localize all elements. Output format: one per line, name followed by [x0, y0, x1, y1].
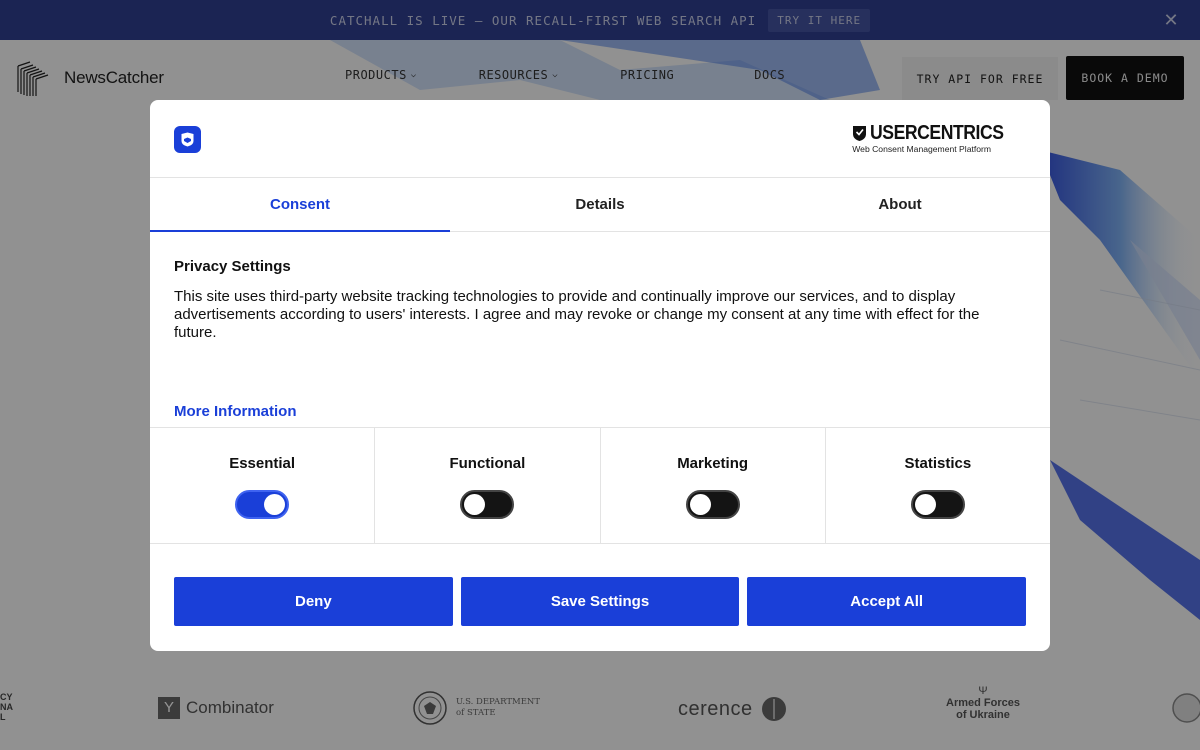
tab-details[interactable]: Details — [450, 178, 750, 231]
toggle-knob — [689, 494, 711, 515]
category-statistics: Statistics — [826, 428, 1050, 543]
usercentrics-wordmark: USERCENTRICS — [870, 122, 1004, 144]
toggle-knob — [264, 494, 286, 515]
usercentrics-shield-icon — [853, 126, 867, 141]
essential-toggle[interactable] — [235, 490, 290, 519]
category-functional: Functional — [375, 428, 601, 543]
usercentrics-logo: USERCENTRICS Web Consent Management Plat… — [852, 122, 1022, 154]
tab-consent[interactable]: Consent — [150, 178, 450, 232]
privacy-description: This site uses third-party website track… — [174, 288, 980, 341]
category-statistics-label: Statistics — [904, 455, 972, 472]
statistics-toggle[interactable] — [910, 490, 965, 519]
shield-icon — [174, 126, 201, 153]
category-marketing-label: Marketing — [677, 455, 749, 472]
category-essential-label: Essential — [229, 455, 296, 472]
toggle-knob — [914, 494, 936, 515]
category-functional-label: Functional — [449, 455, 526, 472]
marketing-toggle[interactable] — [685, 490, 740, 519]
modal-header: USERCENTRICS Web Consent Management Plat… — [150, 100, 1050, 178]
category-marketing: Marketing — [601, 428, 826, 543]
modal-tabs: Consent Details About — [150, 178, 1050, 232]
accept-all-button[interactable]: Accept All — [747, 577, 1027, 626]
consent-categories: Essential Functional Marketing Statistic… — [150, 428, 1050, 544]
category-essential: Essential — [150, 428, 376, 543]
consent-actions: Deny Save Settings Accept All — [150, 544, 1050, 626]
tab-about[interactable]: About — [750, 178, 1050, 231]
functional-toggle[interactable] — [460, 490, 515, 519]
more-information-link[interactable]: More Information — [174, 403, 297, 420]
deny-button[interactable]: Deny — [174, 577, 453, 626]
privacy-settings-title: Privacy Settings — [174, 258, 291, 275]
toggle-knob — [464, 494, 486, 515]
save-settings-button[interactable]: Save Settings — [460, 577, 740, 626]
consent-modal: USERCENTRICS Web Consent Management Plat… — [150, 100, 1050, 651]
usercentrics-tagline: Web Consent Management Platform — [852, 144, 992, 154]
consent-content: Privacy Settings This site uses third-pa… — [150, 232, 1050, 428]
